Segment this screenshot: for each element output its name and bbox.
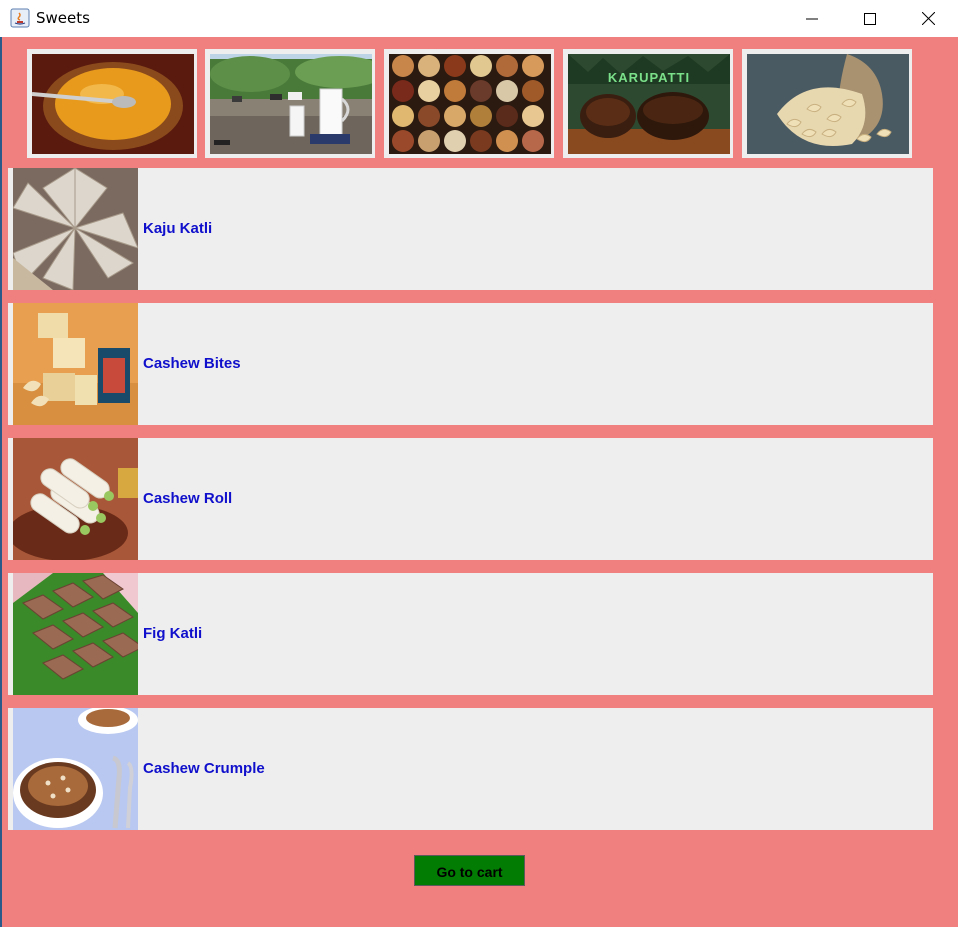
close-icon [921,12,935,25]
product-row-cashew-roll[interactable]: Cashew Roll [8,438,933,560]
window-left-edge [0,37,2,927]
fig-katli-image [13,573,138,695]
banner-dry-fruits[interactable] [384,49,554,158]
product-row-kaju-katli[interactable]: Kaju Katli [8,168,933,290]
banner-karupatti[interactable]: KARUPATTI [563,49,733,158]
halwa-bowl-image [32,54,194,154]
title-bar: Sweets [0,0,958,37]
product-row-fig-katli[interactable]: Fig Katli [8,573,933,695]
close-button[interactable] [899,0,957,37]
banner-milk[interactable] [205,49,375,158]
minimize-icon [806,18,818,19]
cashew-sack-image [747,54,909,154]
sweets-window: Sweets KARUPATTI Kaju Katli Cashew Bites… [0,0,958,927]
banner-cashew-sack[interactable] [742,49,912,158]
maximize-button[interactable] [841,0,899,37]
product-row-cashew-bites[interactable]: Cashew Bites [8,303,933,425]
product-name: Cashew Crumple [143,760,265,777]
window-title: Sweets [36,9,90,27]
karupatti-caption: KARUPATTI [608,70,690,85]
milk-jug-farm-image [210,54,372,154]
karupatti-jaggery-image: KARUPATTI [568,54,730,154]
minimize-button[interactable] [783,0,841,37]
cashew-roll-image [13,438,138,560]
cashew-bites-image [13,303,138,425]
maximize-icon [864,12,876,25]
product-name: Kaju Katli [143,220,213,237]
kaju-katli-image [13,168,138,290]
cashew-crumple-image [13,708,138,830]
product-name: Cashew Roll [143,490,233,507]
java-app-icon [10,8,30,28]
dry-fruits-bowls-image [389,54,551,154]
product-name: Cashew Bites [143,355,241,372]
banner-halwa[interactable] [27,49,197,158]
product-row-cashew-crumple[interactable]: Cashew Crumple [8,708,933,830]
product-name: Fig Katli [143,625,203,642]
go-to-cart-button[interactable]: Go to cart [414,855,525,886]
